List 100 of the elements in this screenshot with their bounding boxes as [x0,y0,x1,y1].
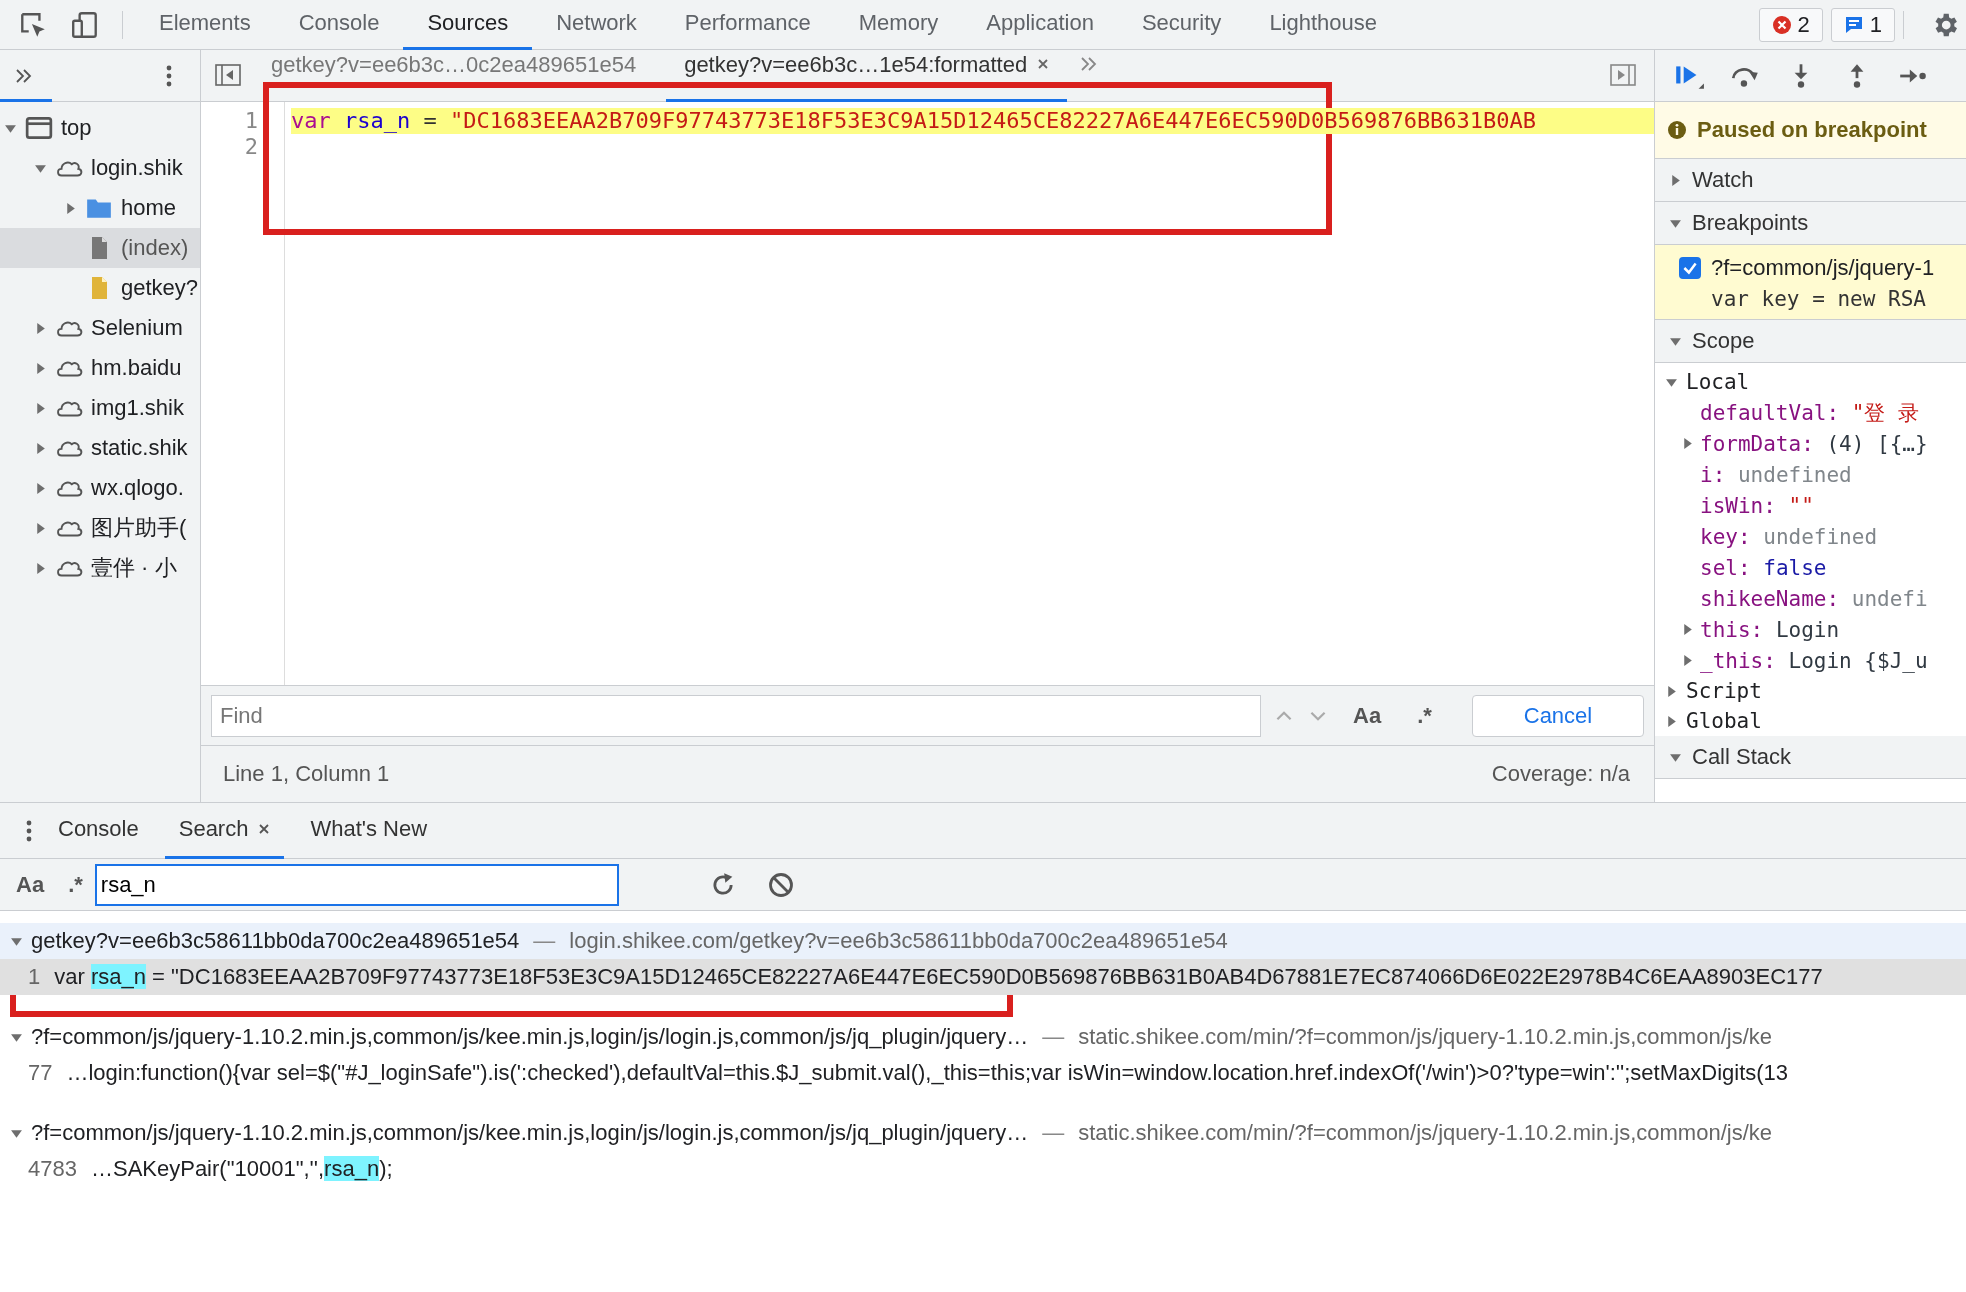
breakpoint-checkbox[interactable] [1679,257,1701,279]
match-text: var rsa_n = "DC1683EEAA2B709F97743773E18F53E3C9A15D12465CE82227A6E447E6EC590D0B569876BB631B0AB4D67881E7EC874066D6E022E2978B4C6EAA8903EC177 [54,964,1823,990]
result-url: static.shikee.com/min/?f=common/js/jquery-1.10.2.min.js,common/js/ke [1078,1120,1772,1146]
panel-tab[interactable]: Console [274,0,404,50]
expand-arrow-icon[interactable] [34,521,47,535]
line-number: 2 [243,134,258,160]
expand-arrow-icon[interactable] [34,401,47,415]
message-count-badge[interactable]: 1 [1830,7,1895,42]
drawer-tab[interactable]: Console [44,802,153,859]
expand-arrow-icon[interactable] [34,561,47,575]
cancel-button[interactable]: Cancel [1472,694,1644,737]
panel-tab[interactable]: Lighthouse [1245,0,1402,50]
section-header[interactable]: Watch [1655,159,1966,202]
error-icon [1771,14,1792,35]
scope-variable: i: undefined [1700,462,1852,487]
match-case-toggle[interactable]: Aa [4,871,57,898]
tree-item[interactable]: home [0,188,200,228]
coverage-status: Coverage: n/a [1491,761,1630,787]
tree-item[interactable]: wx.qlogo. [0,468,200,508]
match-text: …login:function(){var sel=$("#J_loginSafe").is(':checked'),defaultVal=this.$J_submit.val(),_this=this;var isWin=window.location.href.indexOf('/win')>0?'type=win':'';setMaxDigits(13 [66,1060,1789,1086]
scope-variable: sel: false [1700,555,1827,580]
error-count: 2 [1797,11,1810,38]
scope-variable: formData: (4) [{…} [1700,431,1928,456]
result-file-name: ?f=common/js/jquery-1.10.2.min.js,common/js/kee.min.js,login/js/login.js,common/js/jq_plugin/jquery… [31,1120,1029,1146]
separator-dash: — [1041,1120,1066,1146]
file-tab[interactable]: getkey?v=ee6b3c…0c2ea489651e54 [253,50,655,102]
file-tab[interactable]: getkey?v=ee6b3c…1e54:formatted [666,50,1068,102]
panel-tab[interactable]: Network [532,0,661,50]
expand-arrow-icon[interactable] [1665,714,1678,728]
tree-item[interactable]: hm.baidu [0,348,200,388]
window-icon [25,116,53,140]
result-file-name: getkey?v=ee6b3c58611bb0da700c2ea489651e54 [31,928,520,954]
info-icon [1667,120,1687,140]
search-field[interactable]: rsa_n [94,863,619,906]
panel-tab[interactable]: Security [1117,0,1246,50]
section-header[interactable]: Call Stack [1655,736,1966,779]
section-header[interactable]: Scope [1655,320,1966,363]
scope-variable: _this: Login {$J_u [1700,648,1928,673]
expand-arrow-icon[interactable] [34,321,47,335]
expand-arrow-icon[interactable] [1681,623,1694,636]
line-number: 4783 [28,1156,77,1182]
cursor-position: Line 1, Column 1 [223,761,390,787]
section-header[interactable]: Breakpoints [1655,202,1966,245]
expand-arrow-icon[interactable] [1669,173,1682,187]
panel-tab[interactable]: Elements [135,0,275,50]
tree-item[interactable]: (index) [0,228,200,268]
error-count-badge[interactable]: 2 [1758,7,1823,42]
expand-arrow-icon[interactable] [64,201,77,215]
tree-item[interactable]: static.shik [0,428,200,468]
scope-variable: isWin: "" [1700,493,1814,518]
breakpoint-code: var key = new RSA [1710,286,1927,311]
expand-arrow-icon[interactable] [1681,654,1694,667]
result-url: static.shikee.com/min/?f=common/js/jquery-1.10.2.min.js,common/js/ke [1078,1024,1772,1050]
expand-arrow-icon[interactable] [34,361,47,375]
breakpoint-item[interactable]: ?f=common/js/jquery-1 var key = new RSA [1655,245,1966,320]
line-number: 1 [28,964,41,990]
separator-dash: — [1041,1024,1066,1050]
tree-item[interactable]: getkey? [0,268,200,308]
result-file-row[interactable]: ?f=common/js/jquery-1.10.2.min.js,common/js/kee.min.js,login/js/login.js,common/js/jq_plugin/jquery… — static.shikee.com/min/?f=common/js/jquery-1.10.2.min.js,common/js/ke [0,1019,1966,1055]
expand-arrow-icon[interactable] [34,441,47,455]
clear-icon[interactable] [766,870,795,899]
tree-item[interactable]: 图片助手( [0,508,200,548]
expand-arrow-icon[interactable] [1681,437,1694,450]
more-options-icon[interactable] [166,64,172,87]
tree-item[interactable]: top [0,108,200,148]
result-file-row[interactable]: getkey?v=ee6b3c58611bb0da700c2ea489651e54 — login.shikee.com/getkey?v=ee6b3c58611bb0da700c2ea489651e54 [0,923,1966,959]
expand-arrow-icon[interactable] [1665,684,1678,698]
scope-variable: key: undefined [1700,524,1878,549]
drawer-tab[interactable]: What's New [296,802,442,859]
more-options-icon[interactable] [26,819,32,842]
scope-group[interactable]: Global [1655,706,1966,736]
tree-item[interactable]: Selenium [0,308,200,348]
scope-variable: defaultVal: "登 录 [1700,399,1920,427]
scope-group[interactable]: Script [1655,676,1966,706]
message-count: 1 [1869,11,1882,38]
panel-tab[interactable]: Performance [660,0,835,50]
line-number: 77 [28,1060,53,1086]
tree-item[interactable]: 壹伴 · 小 [0,548,200,588]
regex-toggle[interactable]: .* [56,871,95,898]
breakpoint-file: ?f=common/js/jquery-1 [1711,255,1935,281]
match-case-toggle[interactable]: Aa [1341,702,1394,729]
close-icon[interactable] [1037,58,1050,70]
result-line[interactable]: 77 …login:function(){var sel=$("#J_loginSafe").is(':checked'),defaultVal=this.$J_submit.val(),_this=this;var isWin=window.location.href.indexOf('/win')>0?'type=win':'';setMaxDigits(13 [0,1055,1966,1091]
toggle-debugger-icon[interactable] [1610,64,1636,86]
result-file-row[interactable]: ?f=common/js/jquery-1.10.2.min.js,common/js/kee.min.js,login/js/login.js,common/js/jq_plugin/jquery… — static.shikee.com/min/?f=common/js/jquery-1.10.2.min.js,common/js/ke [0,1115,1966,1151]
tree-item[interactable]: img1.shik [0,388,200,428]
expand-arrow-icon[interactable] [34,481,47,495]
tree-item[interactable]: login.shik [0,148,200,188]
toggle-navigator-icon[interactable] [215,64,241,86]
panel-tab[interactable]: Memory [834,0,963,50]
find-field[interactable]: Find [211,694,1261,737]
message-icon [1843,14,1864,35]
panel-tab[interactable]: Application [962,0,1118,50]
separator-dash: — [532,928,557,954]
close-icon[interactable] [258,823,271,835]
scope-group[interactable]: Local [1655,367,1966,397]
line-number: 1 [243,108,258,134]
scope-variable: shikeeName: undefi [1700,586,1928,611]
device-icon[interactable] [70,9,100,40]
regex-toggle[interactable]: .* [1405,702,1444,729]
